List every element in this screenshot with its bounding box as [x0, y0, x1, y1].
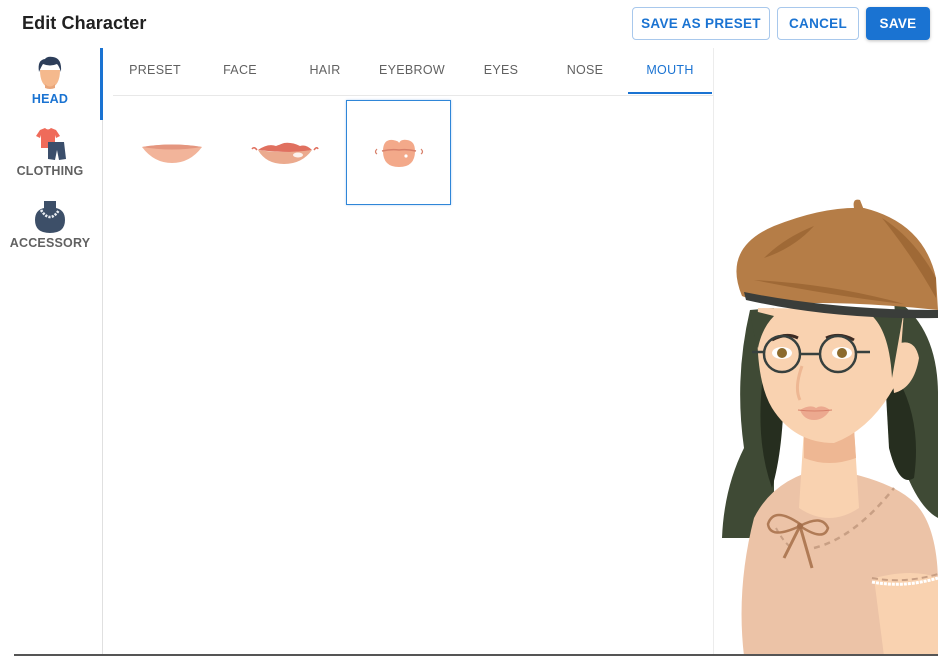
mouth-option-2[interactable]: [231, 100, 336, 205]
tab-preset[interactable]: PRESET: [113, 48, 197, 94]
tab-nose[interactable]: NOSE: [545, 48, 625, 94]
tab-eyebrow[interactable]: EYEBROW: [367, 48, 457, 94]
necklace-icon: [35, 201, 65, 233]
sidebar-item-head[interactable]: HEAD: [0, 56, 100, 126]
character-illustration: [722, 199, 938, 656]
feature-tabs: PRESET FACE HAIR EYEBROW EYES NOSE MOUTH: [113, 48, 713, 96]
sidebar-item-label: ACCESSORY: [9, 236, 91, 250]
tab-face[interactable]: FACE: [197, 48, 283, 94]
dialog-title: Edit Character: [22, 13, 147, 33]
sidebar-item-label: CLOTHING: [16, 164, 84, 178]
sidebar-item-clothing[interactable]: CLOTHING: [0, 128, 100, 198]
tab-mouth[interactable]: MOUTH: [628, 48, 712, 94]
head-icon: [38, 56, 62, 89]
tab-eyes[interactable]: EYES: [457, 48, 545, 94]
save-button[interactable]: SAVE: [866, 7, 930, 40]
lips-pout-icon: [374, 139, 423, 167]
mouth-option-3[interactable]: [346, 100, 451, 205]
sidebar-active-indicator: [100, 48, 103, 120]
sidebar-item-label: HEAD: [31, 92, 69, 106]
cancel-button[interactable]: CANCEL: [777, 7, 859, 40]
character-preview: [714, 48, 938, 656]
category-sidebar: HEAD CLOTHING ACCESSORY: [0, 48, 103, 656]
lips-neutral-icon: [141, 144, 202, 163]
lips-glossy-icon: [250, 142, 319, 164]
dialog-header: Edit Character SAVE AS PRESET CANCEL SAV…: [0, 0, 938, 48]
sidebar-item-accessory[interactable]: ACCESSORY: [0, 200, 100, 270]
save-as-preset-button[interactable]: SAVE AS PRESET: [632, 7, 770, 40]
bottom-border: [14, 654, 938, 656]
tab-hair[interactable]: HAIR: [283, 48, 367, 94]
clothing-icon: [36, 128, 66, 160]
mouth-option-1[interactable]: [119, 100, 224, 205]
